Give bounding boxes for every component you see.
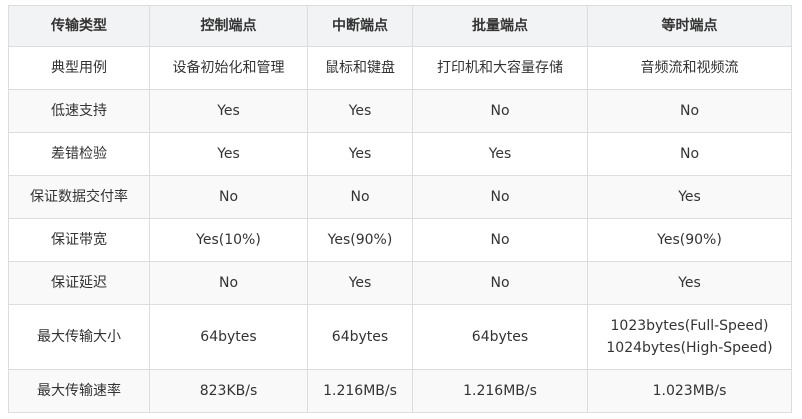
table-cell: 64bytes (412, 304, 588, 370)
table-cell: 音频流和视频流 (587, 46, 792, 90)
table-cell: No (412, 175, 588, 219)
table-cell: 64bytes (149, 304, 308, 370)
row-label: 低速支持 (8, 89, 150, 133)
header-control-endpoint: 控制端点 (149, 5, 308, 47)
table-cell: 1.216MB/s (307, 369, 413, 413)
table-cell: 鼠标和键盘 (307, 46, 413, 90)
table-cell: 1.216MB/s (412, 369, 588, 413)
table-row: 低速支持 Yes Yes No No (8, 89, 792, 133)
table-cell: 1023bytes(Full-Speed) 1024bytes(High-Spe… (587, 304, 792, 370)
table-row: 保证延迟 No Yes No Yes (8, 261, 792, 305)
table-cell: 1.023MB/s (587, 369, 792, 413)
row-label: 典型用例 (8, 46, 150, 90)
table-cell: No (307, 175, 413, 219)
table-cell: Yes (587, 175, 792, 219)
table-cell: Yes(10%) (149, 218, 308, 262)
table-row: 最大传输大小 64bytes 64bytes 64bytes 1023bytes… (8, 304, 792, 370)
row-label: 保证延迟 (8, 261, 150, 305)
header-interrupt-endpoint: 中断端点 (307, 5, 413, 47)
table-cell: 打印机和大容量存储 (412, 46, 588, 90)
table-row: 保证带宽 Yes(10%) Yes(90%) No Yes(90%) (8, 218, 792, 262)
row-label: 保证数据交付率 (8, 175, 150, 219)
full-speed-size: 1023bytes(Full-Speed) (610, 318, 769, 334)
table-cell: Yes (307, 132, 413, 176)
table-cell: 823KB/s (149, 369, 308, 413)
table-cell: Yes (307, 89, 413, 133)
row-label: 最大传输大小 (8, 304, 150, 370)
high-speed-size: 1024bytes(High-Speed) (606, 340, 773, 356)
table-cell: No (587, 89, 792, 133)
table-cell: Yes (149, 132, 308, 176)
table-header-row: 传输类型 控制端点 中断端点 批量端点 等时端点 (8, 5, 792, 47)
header-isochronous-endpoint: 等时端点 (587, 5, 792, 47)
table-cell: Yes (412, 132, 588, 176)
header-bulk-endpoint: 批量端点 (412, 5, 588, 47)
table-cell: No (587, 132, 792, 176)
table-cell: Yes (149, 89, 308, 133)
table-cell: No (412, 261, 588, 305)
row-label: 保证带宽 (8, 218, 150, 262)
table-row: 保证数据交付率 No No No Yes (8, 175, 792, 219)
table-cell: No (412, 218, 588, 262)
usb-transfer-types-table: 传输类型 控制端点 中断端点 批量端点 等时端点 典型用例 设备初始化和管理 鼠… (8, 5, 792, 413)
table-cell: No (412, 89, 588, 133)
row-label: 差错检验 (8, 132, 150, 176)
table-row: 最大传输速率 823KB/s 1.216MB/s 1.216MB/s 1.023… (8, 369, 792, 413)
table-row: 差错检验 Yes Yes Yes No (8, 132, 792, 176)
row-label: 最大传输速率 (8, 369, 150, 413)
table-cell: Yes(90%) (307, 218, 413, 262)
table-cell: Yes(90%) (587, 218, 792, 262)
header-transfer-type: 传输类型 (8, 5, 150, 47)
table-cell: 64bytes (307, 304, 413, 370)
table-container: 传输类型 控制端点 中断端点 批量端点 等时端点 典型用例 设备初始化和管理 鼠… (8, 5, 792, 413)
table-cell: Yes (307, 261, 413, 305)
table-cell: No (149, 261, 308, 305)
table-cell: 设备初始化和管理 (149, 46, 308, 90)
table-row: 典型用例 设备初始化和管理 鼠标和键盘 打印机和大容量存储 音频流和视频流 (8, 46, 792, 90)
table-cell: Yes (587, 261, 792, 305)
table-cell: No (149, 175, 308, 219)
